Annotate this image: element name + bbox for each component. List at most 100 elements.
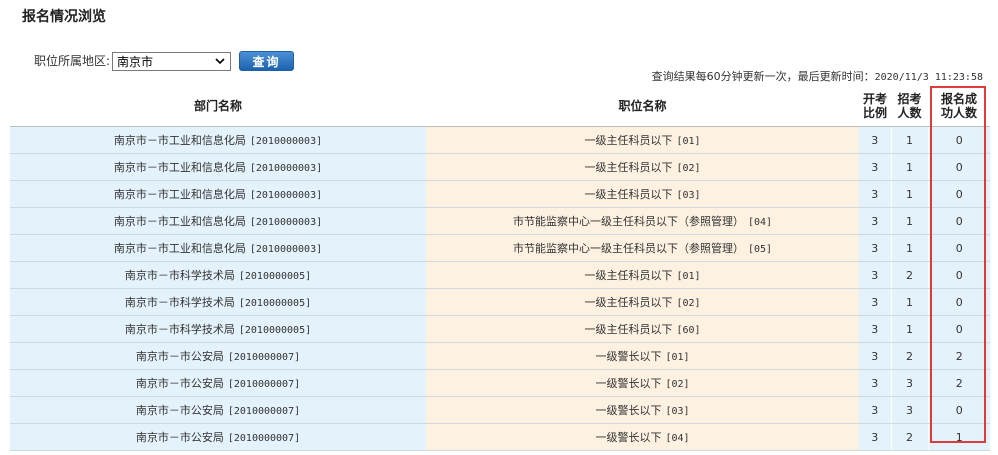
dept-cell: 南京市－市工业和信息化局 [2010000003] bbox=[10, 126, 426, 154]
success-count-cell: 0 bbox=[927, 288, 990, 316]
quota-cell: 1 bbox=[890, 315, 928, 343]
position-code: [02] bbox=[665, 379, 690, 390]
table-row: 南京市－市公安局 [2010000007] 一级警长以下 [02] 3 3 2 bbox=[10, 369, 990, 397]
quota-cell: 1 bbox=[890, 153, 928, 181]
table-row: 南京市－市工业和信息化局 [2010000003] 市节能监察中心一级主任科员以下… bbox=[10, 234, 990, 262]
position-name: 一级警长以下 bbox=[595, 377, 662, 390]
dept-cell: 南京市－市公安局 [2010000007] bbox=[10, 423, 426, 451]
position-code: [01] bbox=[676, 136, 701, 147]
position-name: 一级主任科员以下 bbox=[584, 296, 673, 309]
ratio-cell: 3 bbox=[859, 126, 891, 154]
update-note: 查询结果每60分钟更新一次，最后更新时间：2020/11/3 11:23:58 bbox=[652, 70, 983, 85]
dept-code: [2010000003] bbox=[249, 163, 323, 174]
header-success-line2: 功人数 bbox=[940, 106, 977, 120]
table-row: 南京市－市工业和信息化局 [2010000003] 一级主任科员以下 [03] 3 … bbox=[10, 180, 990, 208]
success-count-cell: 2 bbox=[927, 342, 990, 370]
query-button[interactable]: 查询 bbox=[239, 51, 295, 71]
dept-name: 南京市－市工业和信息化局 bbox=[113, 134, 246, 147]
position-name: 一级主任科员以下 bbox=[584, 134, 673, 147]
ratio-cell: 3 bbox=[859, 315, 891, 343]
dept-name: 南京市－市公安局 bbox=[135, 377, 224, 390]
position-cell: 一级主任科员以下 [03] bbox=[426, 180, 859, 208]
quota-cell: 1 bbox=[890, 126, 928, 154]
quota-cell: 3 bbox=[890, 369, 928, 397]
dept-name: 南京市－市科学技术局 bbox=[124, 296, 235, 309]
position-name: 一级主任科员以下 bbox=[584, 269, 673, 282]
dept-code: [2010000005] bbox=[238, 325, 312, 336]
dept-name: 南京市－市公安局 bbox=[135, 404, 224, 417]
header-quota-line2: 人数 bbox=[897, 106, 922, 120]
dept-code: [2010000007] bbox=[227, 379, 301, 390]
dept-cell: 南京市－市科学技术局 [2010000005] bbox=[10, 261, 426, 289]
position-name: 一级主任科员以下 bbox=[584, 323, 673, 336]
dept-code: [2010000003] bbox=[249, 190, 323, 201]
header-success: 报名成 功人数 bbox=[928, 86, 990, 127]
region-filter-label: 职位所属地区: bbox=[34, 54, 111, 68]
success-count-cell: 0 bbox=[927, 396, 990, 424]
region-select[interactable]: 南京市 bbox=[112, 51, 232, 71]
dept-cell: 南京市－市公安局 [2010000007] bbox=[10, 342, 426, 370]
dept-cell: 南京市－市工业和信息化局 [2010000003] bbox=[10, 234, 426, 262]
header-dept: 部门名称 bbox=[10, 86, 426, 127]
dept-code: [2010000005] bbox=[238, 298, 312, 309]
position-cell: 一级警长以下 [01] bbox=[426, 342, 859, 370]
position-cell: 一级主任科员以下 [01] bbox=[426, 126, 859, 154]
dept-name: 南京市－市公安局 bbox=[135, 350, 224, 363]
position-cell: 一级警长以下 [03] bbox=[426, 396, 859, 424]
table-row: 南京市－市公安局 [2010000007] 一级警长以下 [03] 3 3 0 bbox=[10, 396, 990, 424]
dept-name: 南京市－市工业和信息化局 bbox=[113, 161, 246, 174]
header-ratio-line1: 开考 bbox=[862, 92, 887, 106]
quota-cell: 1 bbox=[890, 288, 928, 316]
dept-name: 南京市－市科学技术局 bbox=[124, 269, 235, 282]
position-cell: 市节能监察中心一级主任科员以下（参照管理） [04] bbox=[426, 207, 859, 235]
last-update-timestamp: 2020/11/3 11:23:58 bbox=[874, 72, 983, 83]
ratio-cell: 3 bbox=[859, 180, 891, 208]
position-name: 一级警长以下 bbox=[595, 431, 662, 444]
quota-cell: 2 bbox=[890, 261, 928, 289]
header-position: 职位名称 bbox=[426, 86, 859, 127]
position-code: [02] bbox=[676, 298, 701, 309]
header-ratio-line2: 比例 bbox=[862, 106, 887, 120]
header-quota-line1: 招考 bbox=[897, 92, 922, 106]
ratio-cell: 3 bbox=[859, 423, 891, 451]
success-count-cell: 0 bbox=[927, 207, 990, 235]
success-count-cell: 0 bbox=[927, 261, 990, 289]
ratio-cell: 3 bbox=[859, 288, 891, 316]
quota-cell: 2 bbox=[890, 342, 928, 370]
success-count-cell: 1 bbox=[927, 423, 990, 451]
dept-code: [2010000007] bbox=[227, 433, 301, 444]
success-count-cell: 0 bbox=[927, 126, 990, 154]
position-code: [04] bbox=[665, 433, 690, 444]
table-header-row: 部门名称 职位名称 开考 比例 招考 人数 报名成 功人数 bbox=[10, 86, 990, 127]
ratio-cell: 3 bbox=[859, 261, 891, 289]
dept-name: 南京市－市工业和信息化局 bbox=[113, 215, 246, 228]
table-row: 南京市－市科学技术局 [2010000005] 一级主任科员以下 [02] 3 1 … bbox=[10, 288, 990, 316]
ratio-cell: 3 bbox=[859, 396, 891, 424]
quota-cell: 2 bbox=[890, 423, 928, 451]
filter-bar: 职位所属地区: 南京市 查询 bbox=[34, 50, 295, 72]
ratio-cell: 3 bbox=[859, 369, 891, 397]
dept-cell: 南京市－市公安局 [2010000007] bbox=[10, 369, 426, 397]
dept-name: 南京市－市科学技术局 bbox=[124, 323, 235, 336]
dept-cell: 南京市－市工业和信息化局 [2010000003] bbox=[10, 180, 426, 208]
quota-cell: 1 bbox=[890, 234, 928, 262]
position-code: [60] bbox=[676, 325, 701, 336]
position-cell: 一级主任科员以下 [02] bbox=[426, 153, 859, 181]
ratio-cell: 3 bbox=[859, 342, 891, 370]
position-cell: 一级主任科员以下 [01] bbox=[426, 261, 859, 289]
chevron-down-icon bbox=[214, 55, 226, 67]
quota-cell: 1 bbox=[890, 180, 928, 208]
dept-cell: 南京市－市公安局 [2010000007] bbox=[10, 396, 426, 424]
position-name: 一级主任科员以下 bbox=[584, 188, 673, 201]
dept-cell: 南京市－市工业和信息化局 [2010000003] bbox=[10, 207, 426, 235]
table-row: 南京市－市工业和信息化局 [2010000003] 一级主任科员以下 [02] 3 … bbox=[10, 153, 990, 181]
dept-cell: 南京市－市科学技术局 [2010000005] bbox=[10, 315, 426, 343]
success-count-cell: 0 bbox=[927, 153, 990, 181]
dept-cell: 南京市－市科学技术局 [2010000005] bbox=[10, 288, 426, 316]
dept-cell: 南京市－市工业和信息化局 [2010000003] bbox=[10, 153, 426, 181]
table-row: 南京市－市科学技术局 [2010000005] 一级主任科员以下 [60] 3 1 … bbox=[10, 315, 990, 343]
header-quota: 招考 人数 bbox=[891, 86, 928, 127]
table-row: 南京市－市科学技术局 [2010000005] 一级主任科员以下 [01] 3 2 … bbox=[10, 261, 990, 289]
registration-table: 部门名称 职位名称 开考 比例 招考 人数 报名成 功人数 南京市－市工业和信息化局[… bbox=[10, 86, 990, 451]
dept-name: 南京市－市工业和信息化局 bbox=[113, 188, 246, 201]
